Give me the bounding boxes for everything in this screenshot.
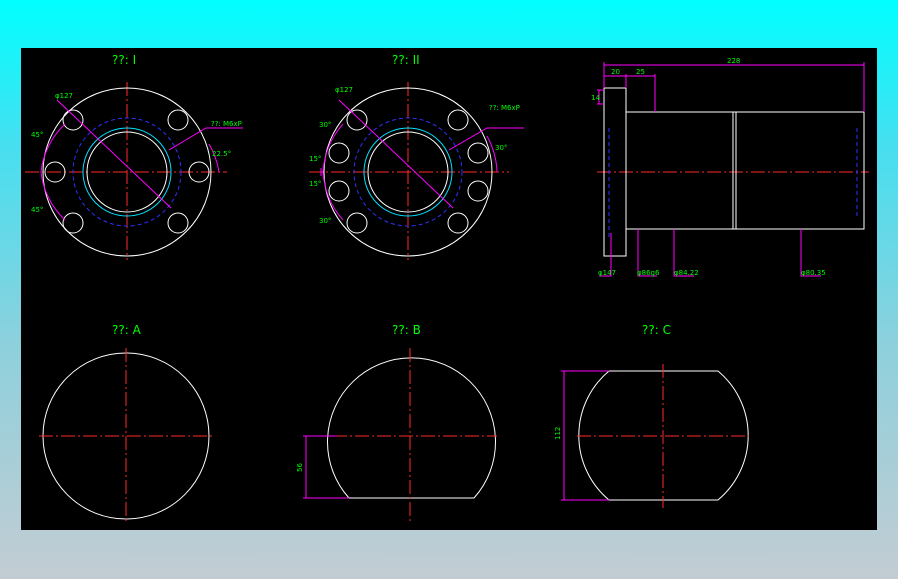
view-1-flange-front: ??: I φ127 ??: M6xP 45° 45° 22.5° [25, 53, 243, 260]
v2-diameter-label: φ127 [335, 86, 353, 94]
v1-diameter-label: φ127 [55, 92, 73, 100]
v2-angle-arc-top [322, 123, 344, 173]
leader-3-label: φ84.22 [674, 269, 699, 277]
view-b: ??: B 56 [296, 323, 497, 524]
leader-2-label: φ86g6 [637, 269, 660, 277]
v1-hole-leader [168, 127, 243, 151]
v2-angle-4: 30° [319, 217, 331, 225]
view-a-title: ??: A [112, 323, 142, 337]
v2-bolt-hole [328, 142, 350, 164]
v1-hole-label: ??: M6xP [211, 120, 242, 128]
dim-56: 56 [296, 463, 304, 472]
dim-228: 228 [727, 57, 740, 65]
v2-bolt-hole [346, 109, 368, 131]
view-c: ??: C 112 [554, 323, 749, 508]
v2-hole-label: ??: M6xP [489, 104, 520, 112]
view-1-title: ??: I [112, 53, 136, 67]
v2-diameter-leader [338, 99, 454, 209]
v2-angle-1: 30° [319, 121, 331, 129]
view-2-title: ??: II [392, 53, 420, 67]
v1-bolt-hole [62, 109, 84, 131]
side-body-1 [625, 111, 734, 230]
v1-bolt-hole [62, 212, 84, 234]
side-body-2 [735, 111, 865, 230]
v2-angle-2: 15° [309, 155, 321, 163]
dim-14: 14 [591, 94, 600, 102]
view-b-outline [327, 357, 496, 499]
view-b-title: ??: B [392, 323, 421, 337]
dim-112: 112 [554, 427, 562, 440]
v2-bolt-hole [447, 212, 469, 234]
v2-bolt-hole [447, 109, 469, 131]
v2-angle-right: 30° [495, 144, 507, 152]
v1-angle-top: 45° [31, 131, 43, 139]
cad-drawing-canvas[interactable]: ??: I φ127 ??: M6xP 45° 45° 22.5° ??: II [21, 48, 877, 530]
view-2-flange-front: ??: II φ127 ??: M6xP 30° 15° 15° 30° 30° [309, 53, 524, 260]
v2-bolt-hole [328, 180, 350, 202]
view-a: ??: A [39, 323, 213, 524]
leader-1-label: φ147 [598, 269, 616, 277]
v2-angle-3: 15° [309, 180, 321, 188]
v2-bolt-hole [467, 142, 489, 164]
v1-angle-bot: 45° [31, 206, 43, 214]
view-c-title: ??: C [642, 323, 671, 337]
v1-bolt-hole [167, 212, 189, 234]
v2-bolt-hole [346, 212, 368, 234]
leader-4-label: φ80.35 [801, 269, 826, 277]
v2-angle-arc-bot [322, 171, 344, 221]
v1-bolt-hole [167, 109, 189, 131]
v2-hole-leader [448, 127, 524, 151]
v1-diameter-leader [56, 99, 172, 209]
dim-25: 25 [636, 68, 645, 76]
side-view: 20 25 228 14 φ147 φ86g6 φ84.22 φ80.35 [591, 57, 869, 277]
dim-20: 20 [611, 68, 620, 76]
v1-angle-right: 22.5° [212, 150, 231, 158]
v2-bolt-hole [467, 180, 489, 202]
